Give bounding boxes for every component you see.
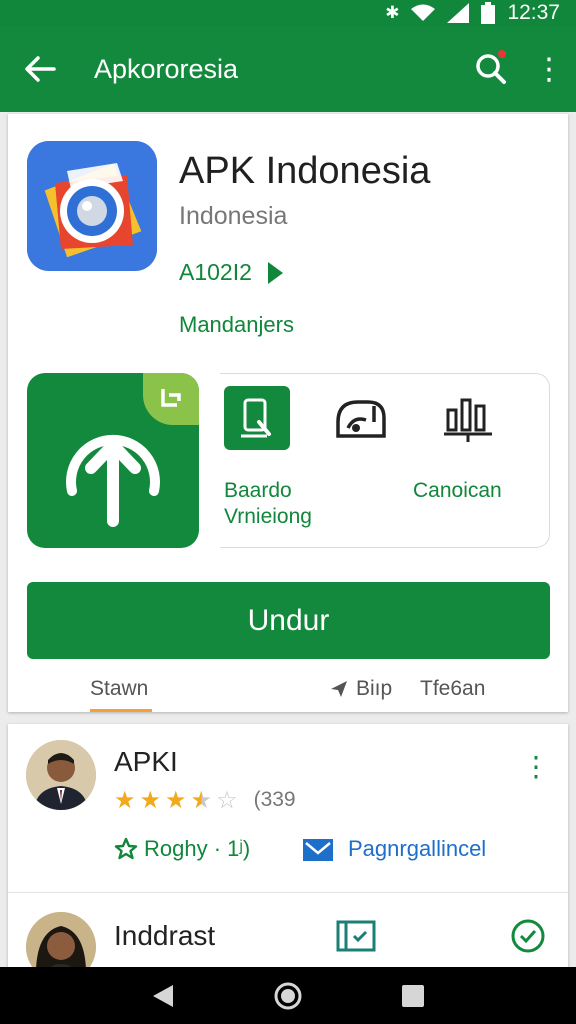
more-options-button[interactable]: ⋮: [522, 26, 576, 112]
avatar[interactable]: [26, 912, 96, 967]
download-button[interactable]: Undur: [27, 582, 550, 659]
star-empty-icon: ☆: [216, 786, 238, 814]
app-bar: Apkororesia ⋮: [0, 26, 576, 112]
bluetooth-icon: ✱: [385, 2, 400, 23]
star-icon: ★: [139, 786, 162, 814]
divider: [8, 892, 568, 893]
tab-bar: Stawn Biıp Tfe6an: [8, 669, 568, 712]
app-developer-link[interactable]: Mandanjers: [179, 312, 294, 338]
navigation-bar: [0, 967, 576, 1024]
notification-dot: [496, 48, 508, 60]
tab-bip-label: Biıp: [356, 677, 393, 700]
review-link-label: Pagnrgallincel: [348, 836, 487, 861]
reviewer-name-2: Inddrast: [114, 920, 216, 951]
camera-lens-icon: [27, 141, 157, 271]
star-half-icon: ★: [190, 786, 213, 814]
nav-home-button[interactable]: [258, 967, 318, 1024]
app-subtitle: Indonesia: [179, 202, 288, 230]
rating-count: (339: [253, 788, 296, 811]
app-bar-title: Apkororesia: [94, 53, 239, 84]
reviewer-name: APKI: [114, 746, 178, 777]
nav-back-button[interactable]: [133, 967, 193, 1024]
nav-back-icon: [152, 984, 173, 1007]
battery-icon: [481, 2, 496, 24]
review-link[interactable]: Pagnrgallincel: [302, 836, 486, 862]
active-tab-indicator: [90, 709, 152, 712]
app-logo: [27, 141, 157, 271]
reviews-card: APKI ★ ★ ★ ★ ☆ (339 ⋮ Roghy · 1ʲ) Pagnrg…: [8, 724, 568, 967]
review-2-clock-button[interactable]: [510, 918, 546, 959]
feature-label-1-line2: Vrnieiong: [224, 505, 312, 528]
feature-label-1-line1: Baardo: [224, 479, 292, 502]
tab-tfe6an[interactable]: Tfe6an: [420, 677, 485, 701]
nav-home-icon: [274, 982, 302, 1009]
feature-button-1[interactable]: [224, 386, 290, 450]
feature-label-1: Baardo Vrnieiong: [224, 478, 312, 530]
review-helpful-button[interactable]: Roghy · 1ʲ): [114, 836, 250, 862]
status-bar: ✱ 12:37: [0, 0, 576, 26]
send-icon: [331, 681, 347, 697]
tab-bip[interactable]: Biıp: [330, 677, 392, 701]
app-version-link[interactable]: A102I2: [179, 259, 283, 286]
back-button[interactable]: [0, 26, 80, 112]
nav-recents-icon: [402, 984, 425, 1007]
status-time: 12:37: [507, 1, 560, 24]
review-helpful-label: Roghy · 1ʲ): [144, 836, 251, 861]
feature-label-3: Canoican: [413, 479, 502, 502]
clock-check-icon: [511, 919, 545, 953]
star-icon: ★: [165, 786, 187, 814]
app-title: APK Indonesia: [179, 150, 431, 192]
app-version: A102I2: [179, 259, 252, 285]
phone-touch-icon: [241, 398, 271, 438]
more-vert-icon: ⋮: [534, 51, 564, 87]
feature-button-3[interactable]: [442, 392, 498, 449]
featured-tile[interactable]: [27, 373, 199, 548]
book-icon: [336, 920, 376, 952]
nav-recents-button[interactable]: [383, 967, 443, 1024]
rating-stars: ★ ★ ★ ★ ☆ (339: [114, 788, 296, 812]
mail-icon: [303, 839, 333, 861]
chart-icon: [444, 398, 492, 442]
tab-stawn[interactable]: Stawn: [90, 677, 148, 701]
avatar[interactable]: [26, 740, 96, 810]
back-arrow-icon: [25, 56, 56, 82]
wifi-icon: [411, 4, 436, 21]
review-2-book-button[interactable]: [336, 920, 376, 957]
app-details-card: APK Indonesia Indonesia A102I2 Mandanjer…: [8, 114, 568, 712]
router-icon: [336, 400, 386, 438]
search-button[interactable]: [460, 26, 522, 112]
play-arrow-icon: [267, 261, 283, 284]
signal-icon: [447, 3, 470, 23]
star-icon: ★: [114, 786, 136, 814]
feature-button-2[interactable]: [334, 392, 388, 447]
review-more-button[interactable]: ⋮: [522, 750, 550, 783]
star-outline-icon: [114, 837, 138, 860]
